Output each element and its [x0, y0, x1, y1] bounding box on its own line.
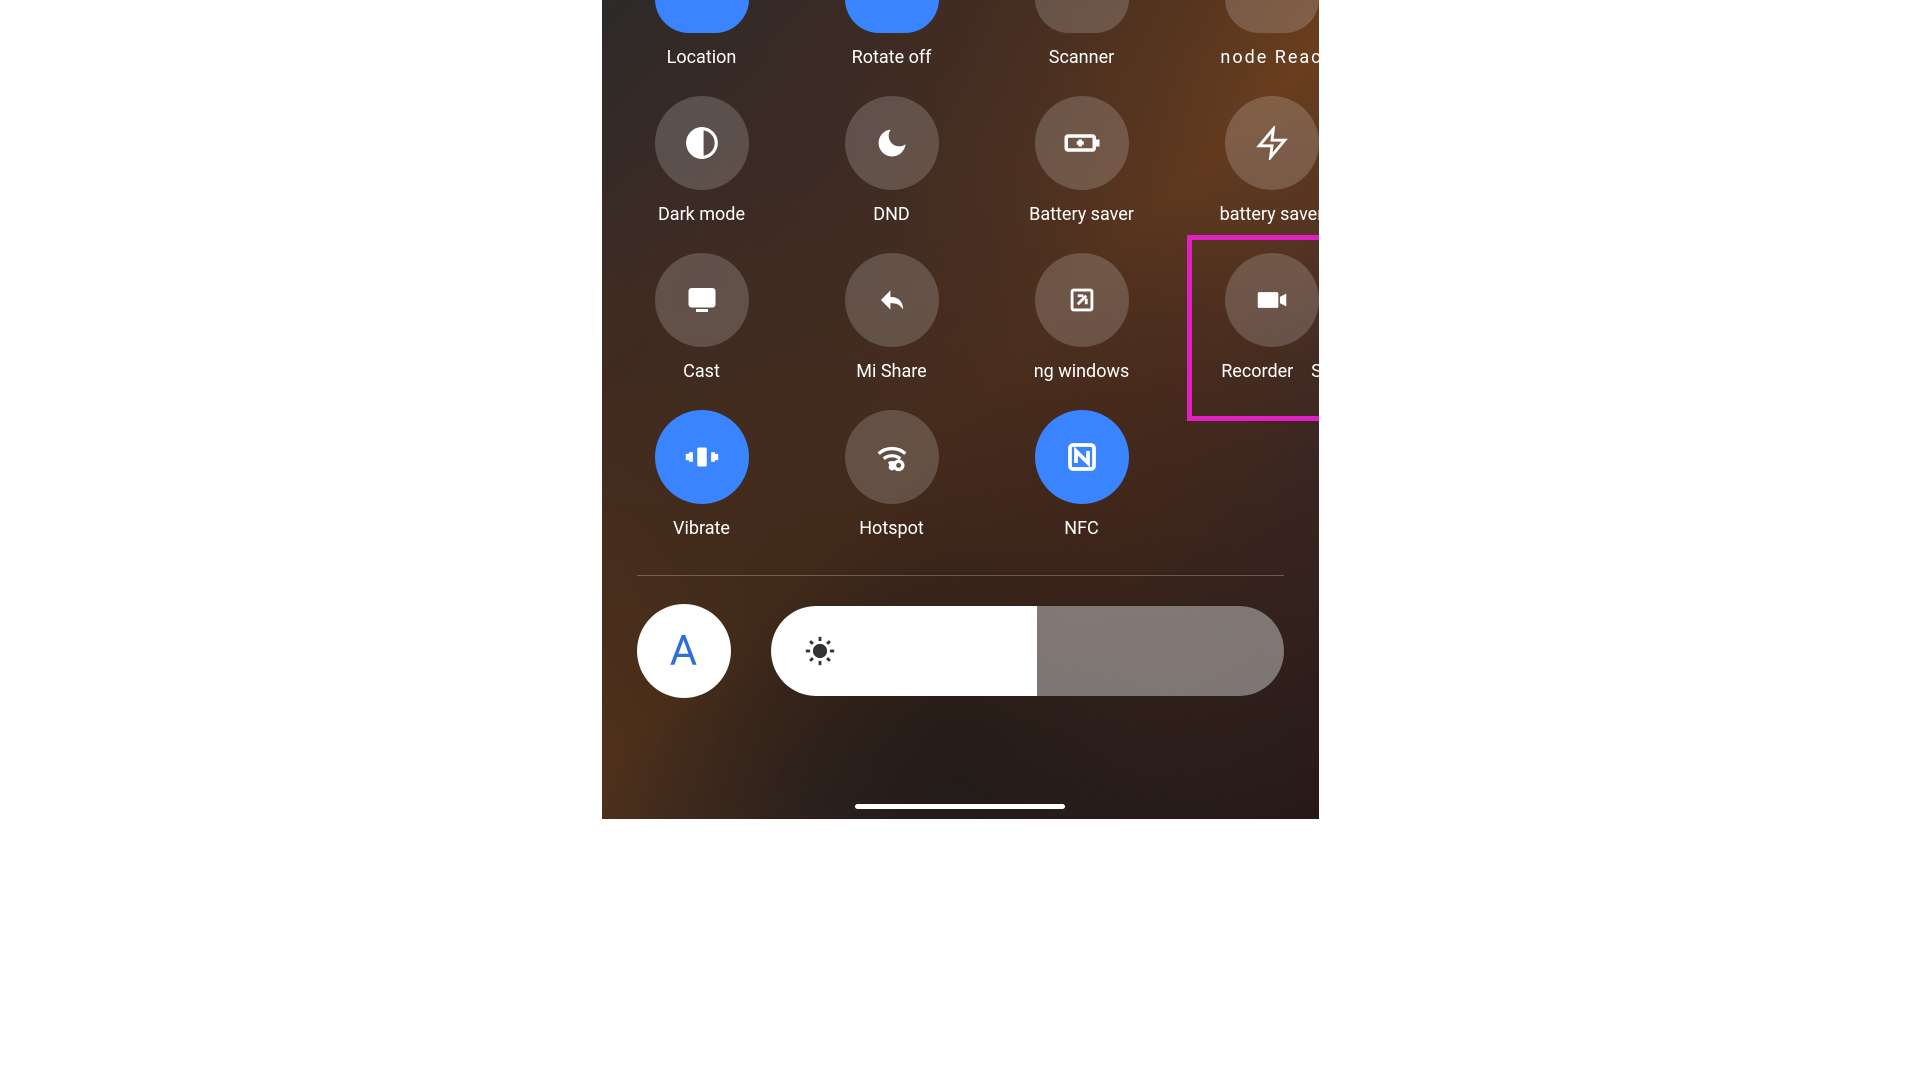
tile-label: Vibrate [673, 518, 730, 539]
tile-label: Recorder S [1207, 361, 1319, 382]
hotspot-icon [845, 410, 939, 504]
tile-vibrate[interactable]: Vibrate [637, 410, 767, 539]
divider [637, 575, 1284, 576]
vibrate-icon [655, 410, 749, 504]
tile-label: Mi Share [856, 361, 926, 382]
location-icon [655, 0, 749, 33]
battery-plus-icon [1035, 96, 1129, 190]
tile-label: Hotspot [859, 518, 924, 539]
sun-icon [803, 634, 837, 668]
quick-settings-grid: Location Rotate off Scanner node Reac Da… [602, 0, 1319, 539]
cast-icon [655, 253, 749, 347]
tile-label: Cast [683, 361, 720, 382]
moon-icon [845, 96, 939, 190]
tile-reading-mode[interactable]: node Reac [1207, 0, 1319, 68]
brightness-row: A [602, 604, 1319, 698]
tile-mi-share[interactable]: Mi Share [827, 253, 957, 382]
tile-super-battery-saver[interactable]: battery saver [1207, 96, 1319, 225]
nfc-icon [1035, 410, 1129, 504]
tile-nfc[interactable]: NFC [1017, 410, 1147, 539]
tile-label: Dark mode [658, 204, 745, 225]
tile-label: NFC [1064, 518, 1099, 539]
dark-mode-icon [655, 96, 749, 190]
control-center-panel: Location Rotate off Scanner node Reac Da… [602, 0, 1319, 819]
tile-label: Location [667, 47, 737, 68]
tile-label: Rotate off [852, 47, 932, 68]
tile-location[interactable]: Location [637, 0, 767, 68]
bolt-icon [1225, 96, 1319, 190]
tile-label: battery saver [1220, 204, 1319, 225]
home-indicator[interactable] [855, 804, 1065, 809]
share-icon [845, 253, 939, 347]
tile-screen-recorder[interactable]: Recorder S [1207, 253, 1319, 382]
brightness-slider[interactable] [771, 606, 1284, 696]
floating-window-icon [1035, 253, 1129, 347]
auto-brightness-button[interactable]: A [637, 604, 731, 698]
tile-dark-mode[interactable]: Dark mode [637, 96, 767, 225]
tile-label: ng windows [1017, 361, 1147, 382]
scanner-icon [1035, 0, 1129, 33]
tile-label: DND [873, 204, 909, 225]
tile-hotspot[interactable]: Hotspot [827, 410, 957, 539]
reading-mode-icon [1225, 0, 1319, 33]
rotate-icon [845, 0, 939, 33]
tile-dnd[interactable]: DND [827, 96, 957, 225]
tile-rotate[interactable]: Rotate off [827, 0, 957, 68]
auto-brightness-label: A [670, 627, 697, 676]
brightness-fill [771, 606, 1038, 696]
tile-scanner[interactable]: Scanner [1017, 0, 1147, 68]
tile-floating-windows[interactable]: ng windows [1017, 253, 1147, 382]
tile-label: node Reac [1207, 47, 1319, 68]
tile-label: Scanner [1049, 47, 1114, 68]
tile-battery-saver[interactable]: Battery saver [1017, 96, 1147, 225]
video-camera-icon [1225, 253, 1319, 347]
tile-label: Battery saver [1029, 204, 1134, 225]
tile-cast[interactable]: Cast [637, 253, 767, 382]
